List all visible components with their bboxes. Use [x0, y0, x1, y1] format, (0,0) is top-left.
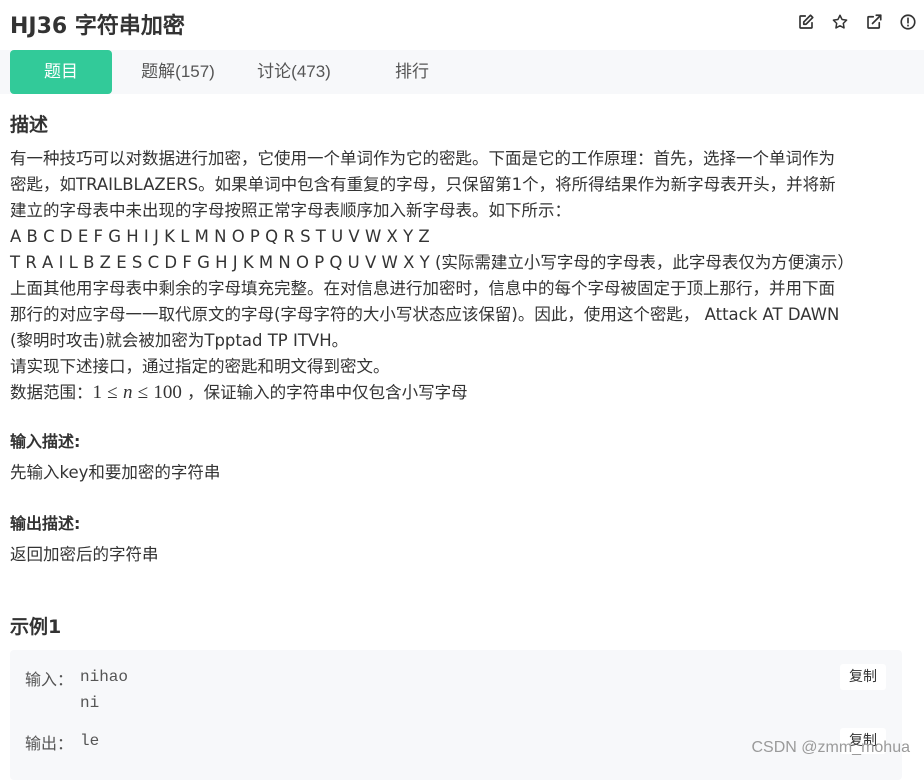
description-line: 上面其他用字母表中剩余的字母填充完整。在对信息进行加密时，信息中的每个字母被固定…: [10, 279, 835, 298]
description-line: 请实现下述接口，通过指定的密匙和明文得到密文。: [10, 357, 390, 376]
example-box: 输入： nihao ni 复制 输出： le 复制: [10, 650, 902, 780]
data-range-note: ，保证输入的字符串中仅包含小写字母: [181, 383, 468, 402]
tab-discussion[interactable]: 讨论(473): [244, 50, 344, 94]
external-link-icon[interactable]: [862, 10, 886, 34]
description-line: 建立的字母表中未出现的字母按照正常字母表顺序加入新字母表。如下所示：: [10, 201, 571, 220]
star-icon[interactable]: [828, 10, 852, 34]
description-line: 那行的对应字母一一取代原文的字母(字母字符的大小写状态应该保留)。因此，使用这个…: [10, 305, 840, 324]
example-output-value: le: [80, 732, 100, 750]
math-n: n: [122, 382, 133, 403]
description-line: 有一种技巧可以对数据进行加密，它使用一个单词作为它的密匙。下面是它的工作原理：首…: [10, 149, 835, 168]
description-body: 有一种技巧可以对数据进行加密，它使用一个单词作为它的密匙。下面是它的工作原理：首…: [10, 146, 910, 406]
problem-title: HJ36 字符串加密: [10, 14, 185, 39]
example-output-label: 输出：: [25, 734, 74, 753]
math-le: ≤: [137, 382, 149, 403]
math-le: ≤: [107, 382, 118, 403]
input-description-heading: 输入描述:: [10, 432, 81, 451]
description-line: T R A I L B Z E S C D F G H J K M N O P …: [10, 253, 854, 272]
data-range-line: 数据范围：1 ≤ n ≤ 100 ，保证输入的字符串中仅包含小写字母: [10, 380, 910, 406]
copy-input-button[interactable]: 复制: [840, 664, 886, 690]
example-heading: 示例1: [10, 616, 62, 638]
header-actions: [794, 10, 920, 34]
output-description-text: 返回加密后的字符串: [10, 545, 159, 564]
description-line: A B C D E F G H I J K L M N O P Q R S T …: [10, 227, 430, 246]
watermark: CSDN @zmm_mohua: [751, 739, 911, 756]
tab-solutions[interactable]: 题解(157): [128, 50, 228, 94]
description-line: 密匙，如TRAILBLAZERS。如果单词中包含有重复的字母，只保留第1个，将所…: [10, 175, 836, 194]
info-icon[interactable]: [896, 10, 920, 34]
math-hundred: 100: [153, 382, 182, 403]
example-input-line: nihao: [80, 668, 129, 686]
tab-ranking[interactable]: 排行: [372, 50, 452, 94]
math-one: 1: [92, 382, 103, 403]
data-range-label: 数据范围：: [10, 383, 93, 402]
problem-tabs: 题目 题解(157) 讨论(473) 排行: [0, 50, 924, 94]
description-heading: 描述: [10, 114, 49, 136]
output-description-heading: 输出描述:: [10, 514, 81, 533]
description-line: (黎明时攻击)就会被加密为Tpptad TP ITVH。: [10, 331, 349, 350]
input-description-text: 先输入key和要加密的字符串: [10, 463, 221, 482]
example-input-label: 输入：: [25, 670, 74, 689]
tab-problem[interactable]: 题目: [10, 50, 112, 94]
edit-icon[interactable]: [794, 10, 818, 34]
example-input-line: ni: [80, 694, 100, 712]
problem-header: HJ36 字符串加密: [0, 0, 924, 48]
